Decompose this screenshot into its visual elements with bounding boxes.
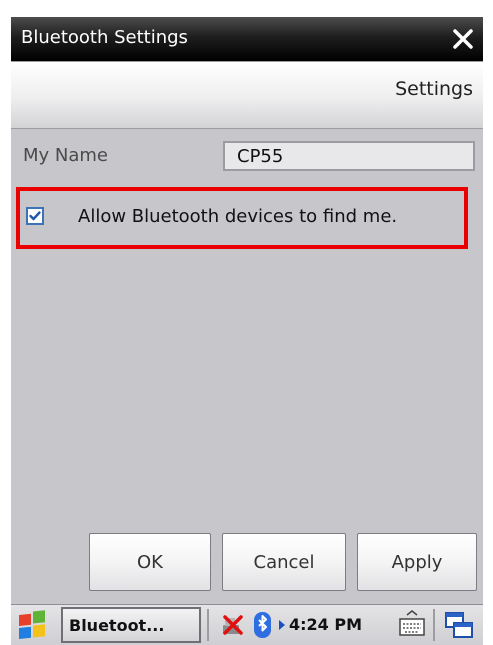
title-bar: Bluetooth Settings bbox=[11, 17, 483, 61]
close-icon[interactable] bbox=[449, 25, 477, 53]
settings-header: Settings bbox=[11, 61, 483, 129]
window-switch-icon[interactable] bbox=[441, 605, 477, 645]
my-name-label: My Name bbox=[23, 145, 109, 166]
cancel-button[interactable]: Cancel bbox=[222, 533, 346, 591]
tray-arrow-icon[interactable] bbox=[277, 605, 287, 645]
settings-tab-label: Settings bbox=[395, 78, 473, 100]
network-disconnected-icon[interactable] bbox=[216, 605, 250, 645]
tray-divider-right bbox=[433, 609, 435, 641]
apply-button[interactable]: Apply bbox=[357, 533, 477, 591]
bluetooth-icon[interactable] bbox=[251, 605, 275, 645]
bluetooth-task-button[interactable]: Bluetoot... bbox=[61, 607, 201, 643]
bluetooth-settings-window: Bluetooth Settings Settings My Name Allo… bbox=[11, 17, 483, 645]
keyboard-icon[interactable] bbox=[395, 605, 429, 645]
taskbar: Bluetoot... 4:24 PM bbox=[11, 604, 483, 645]
ok-button[interactable]: OK bbox=[89, 533, 211, 591]
windows-flag-icon[interactable] bbox=[11, 605, 57, 645]
checkmark-icon bbox=[29, 211, 41, 221]
allow-find-label: Allow Bluetooth devices to find me. bbox=[78, 206, 398, 227]
window-title: Bluetooth Settings bbox=[21, 27, 188, 48]
allow-find-checkbox[interactable] bbox=[26, 207, 44, 225]
clock[interactable]: 4:24 PM bbox=[289, 615, 362, 637]
tray-divider bbox=[207, 609, 209, 641]
allow-find-highlight-row[interactable]: Allow Bluetooth devices to find me. bbox=[16, 187, 468, 249]
my-name-input[interactable] bbox=[223, 141, 475, 171]
task-button-label: Bluetoot... bbox=[69, 616, 165, 635]
